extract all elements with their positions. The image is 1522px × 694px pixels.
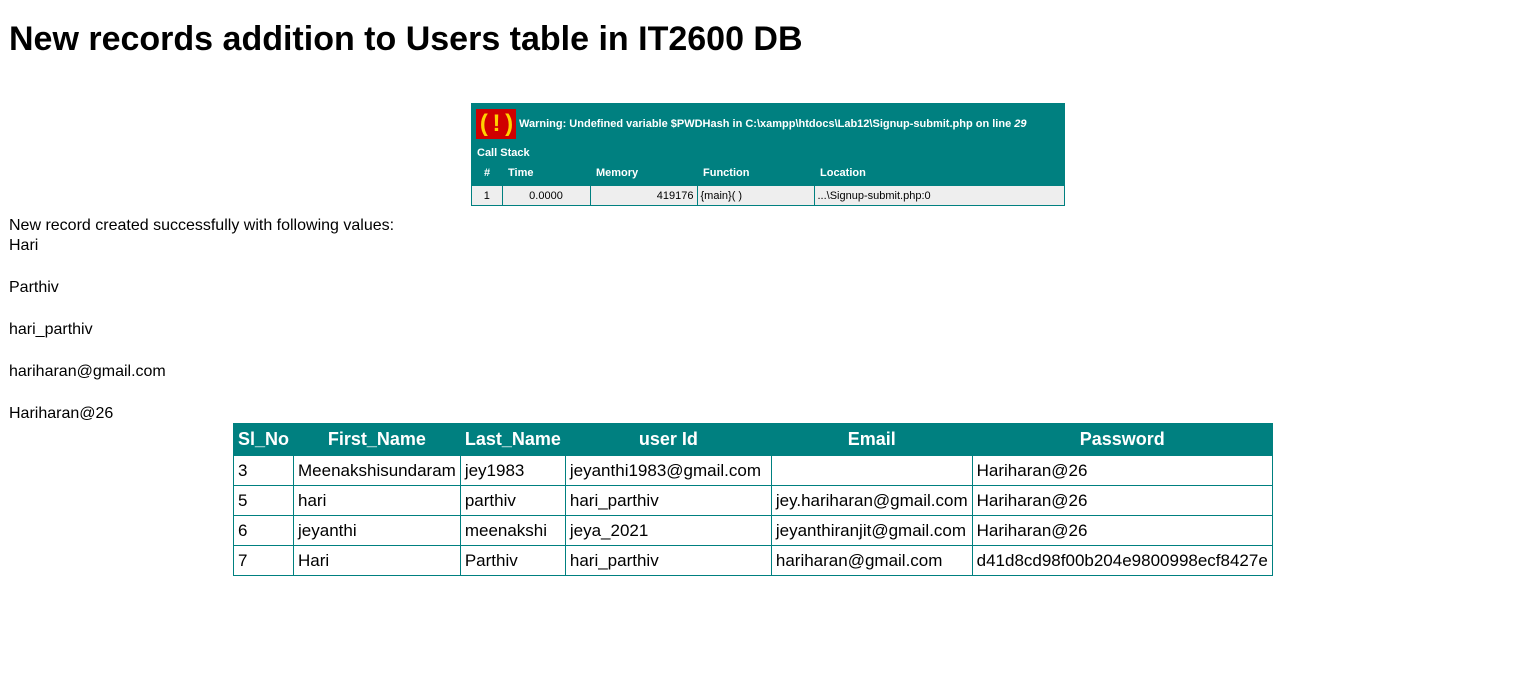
callstack-num: 1 [471,185,503,206]
cell-sl-no: 3 [232,455,295,486]
callstack-col-memory: Memory [590,161,697,186]
cell-email: jeyanthiranjit@gmail.com [770,515,973,546]
table-row: 6 jeyanthi meenakshi jeya_2021 jeyanthir… [232,515,1273,546]
warning-line-number: 29 [1014,118,1027,130]
cell-password: Hariharan@26 [971,455,1273,486]
callstack-memory: 419176 [589,185,698,206]
cell-email: jey.hariharan@gmail.com [770,485,973,516]
cell-sl-no: 5 [232,485,295,516]
cell-first-name: jeyanthi [293,515,461,546]
callstack-row: 1 0.0000 419176 {main}( ) ...\Signup-sub… [471,185,1065,206]
cell-email: hariharan@gmail.com [770,545,973,576]
cell-last-name: jey1983 [459,455,566,486]
cell-user-id: hari_parthiv [564,485,772,516]
callstack-function: {main}( ) [696,185,815,206]
result-value-email: hariharan@gmail.com [9,363,166,380]
callstack-col-function: Function [697,161,814,186]
cell-first-name: Hari [293,545,461,576]
cell-first-name: hari [293,485,461,516]
cell-password: Hariharan@26 [971,515,1273,546]
page-title: New records addition to Users table in I… [9,20,803,58]
col-first-name: First_Name [293,423,461,456]
callstack-location: ...\Signup-submit.php:0 [813,185,1065,206]
cell-password: d41d8cd98f00b204e9800998ecf8427e [971,545,1273,576]
users-table: Sl_No First_Name Last_Name user Id Email… [232,423,1273,576]
cell-last-name: parthiv [459,485,566,516]
warning-message-text: Warning: Undefined variable $PWDHash in … [519,118,1015,130]
col-email: Email [770,423,973,456]
col-password: Password [971,423,1273,456]
warning-icon: ( ! ) [476,109,516,139]
cell-password: Hariharan@26 [971,485,1273,516]
callstack-col-location: Location [814,161,1065,186]
col-last-name: Last_Name [459,423,566,456]
table-row: 5 hari parthiv hari_parthiv jey.harihara… [232,485,1273,516]
result-value-first-name: Hari [9,237,39,254]
warning-message: Warning: Undefined variable $PWDHash in … [519,118,1027,130]
col-user-id: user Id [564,423,772,456]
cell-email [770,455,973,486]
cell-user-id: jeyanthi1983@gmail.com [564,455,772,486]
callstack-col-num: # [471,161,502,186]
result-value-last-name: Parthiv [9,279,59,296]
cell-sl-no: 6 [232,515,295,546]
callstack-col-time: Time [502,161,590,186]
users-table-header: Sl_No First_Name Last_Name user Id Email… [232,423,1273,456]
cell-user-id: hari_parthiv [564,545,772,576]
cell-last-name: meenakshi [459,515,566,546]
result-value-user-id: hari_parthiv [9,321,93,338]
cell-last-name: Parthiv [459,545,566,576]
cell-user-id: jeya_2021 [564,515,772,546]
warning-header: ( ! ) Warning: Undefined variable $PWDHas… [472,104,1065,145]
col-sl-no: Sl_No [232,423,295,456]
result-block: New record created successfully with fol… [9,216,394,424]
result-message: New record created successfully with fol… [9,217,395,234]
table-row: 3 Meenakshisundaram jey1983 jeyanthi1983… [232,455,1273,486]
call-stack-label: Call Stack [477,146,530,159]
php-warning-box: ( ! ) Warning: Undefined variable $PWDHas… [471,103,1065,206]
result-value-password: Hariharan@26 [9,405,114,422]
cell-sl-no: 7 [232,545,295,576]
callstack-time: 0.0000 [501,185,591,206]
table-row: 7 Hari Parthiv hari_parthiv hariharan@gm… [232,545,1273,576]
cell-first-name: Meenakshisundaram [293,455,461,486]
